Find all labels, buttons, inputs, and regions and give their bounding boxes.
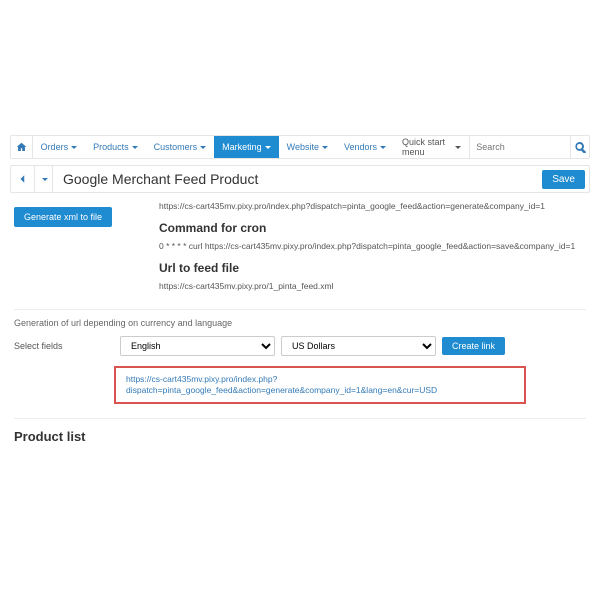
currency-select[interactable]: US Dollars <box>281 336 436 356</box>
nav-orders[interactable]: Orders <box>33 136 86 158</box>
generated-link[interactable]: https://cs-cart435mv.pixy.pro/index.php?… <box>126 374 437 395</box>
home-icon[interactable] <box>11 136 33 158</box>
cron-command-text: 0 * * * * curl https://cs-cart435mv.pixy… <box>159 241 586 251</box>
caret-icon <box>380 146 386 149</box>
nav-vendors[interactable]: Vendors <box>336 136 394 158</box>
search-box <box>469 136 570 158</box>
select-fields-label: Select fields <box>14 341 114 351</box>
generate-xml-button[interactable]: Generate xml to file <box>14 207 112 227</box>
product-list-heading: Product list <box>14 429 586 444</box>
caret-icon <box>71 146 77 149</box>
caret-icon <box>455 146 461 149</box>
caret-icon <box>322 146 328 149</box>
page-title: Google Merchant Feed Product <box>53 171 542 187</box>
nav-website[interactable]: Website <box>279 136 336 158</box>
generated-link-box: https://cs-cart435mv.pixy.pro/index.php?… <box>114 366 526 404</box>
create-link-button[interactable]: Create link <box>442 337 505 355</box>
dropdown-button[interactable] <box>35 166 53 192</box>
cron-heading: Command for cron <box>159 221 586 235</box>
nav-marketing[interactable]: Marketing <box>214 136 279 158</box>
select-fields-row: Select fields English US Dollars Create … <box>14 336 586 356</box>
search-button[interactable] <box>570 136 589 158</box>
nav-customers[interactable]: Customers <box>146 136 215 158</box>
content-area: Generate xml to file https://cs-cart435m… <box>10 201 590 444</box>
caret-icon <box>265 146 271 149</box>
back-button[interactable] <box>11 166 35 192</box>
helper-text: Generation of url depending on currency … <box>14 318 586 328</box>
save-button[interactable]: Save <box>542 170 585 189</box>
quickstart-menu[interactable]: Quick start menu <box>394 137 469 157</box>
dispatch-url-text: https://cs-cart435mv.pixy.pro/index.php?… <box>159 201 586 211</box>
caret-icon <box>200 146 206 149</box>
divider <box>14 309 586 310</box>
divider <box>14 418 586 419</box>
top-navigation: Orders Products Customers Marketing Webs… <box>10 135 590 159</box>
nav-products[interactable]: Products <box>85 136 146 158</box>
title-bar: Google Merchant Feed Product Save <box>10 165 590 193</box>
feed-url-heading: Url to feed file <box>159 261 586 275</box>
caret-icon <box>42 178 48 181</box>
search-input[interactable] <box>470 136 570 158</box>
caret-icon <box>132 146 138 149</box>
language-select[interactable]: English <box>120 336 275 356</box>
feed-url-text: https://cs-cart435mv.pixy.pro/1_pinta_fe… <box>159 281 586 291</box>
